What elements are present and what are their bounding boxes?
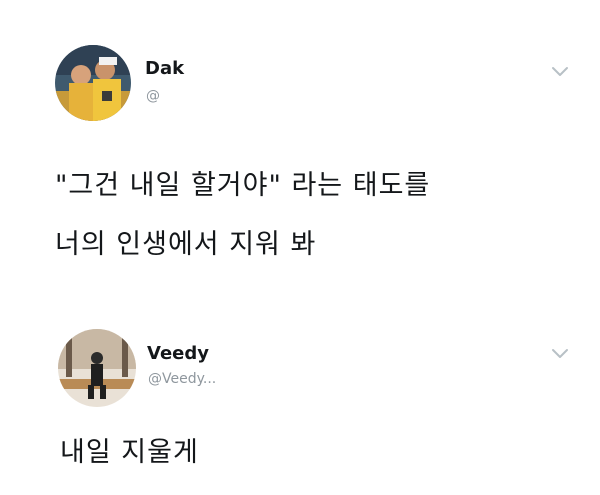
tweet-dak: Dak @ "그건 내일 할거야" 라는 태도를 너의 인생에서 지워 봐 [0, 0, 600, 300]
tweet-veedy: Veedy @Veedy... 내일 지울게 [0, 318, 600, 495]
avatar[interactable] [55, 45, 131, 121]
author-handle[interactable]: @Veedy... [148, 371, 216, 387]
avatar-photo [55, 45, 131, 121]
tweet-text-line: 내일 지울게 [60, 437, 199, 468]
avatar-photo [58, 329, 136, 407]
tweet-text-line: "그건 내일 할거야" 라는 태도를 [55, 170, 431, 201]
tweet-text-line: 너의 인생에서 지워 봐 [55, 229, 317, 260]
author-handle[interactable]: @ [146, 88, 160, 104]
chevron-down-icon[interactable] [551, 66, 569, 78]
author-name[interactable]: Dak [145, 58, 184, 79]
avatar[interactable] [58, 329, 136, 407]
chevron-down-icon[interactable] [551, 348, 569, 360]
author-name[interactable]: Veedy [147, 343, 209, 364]
